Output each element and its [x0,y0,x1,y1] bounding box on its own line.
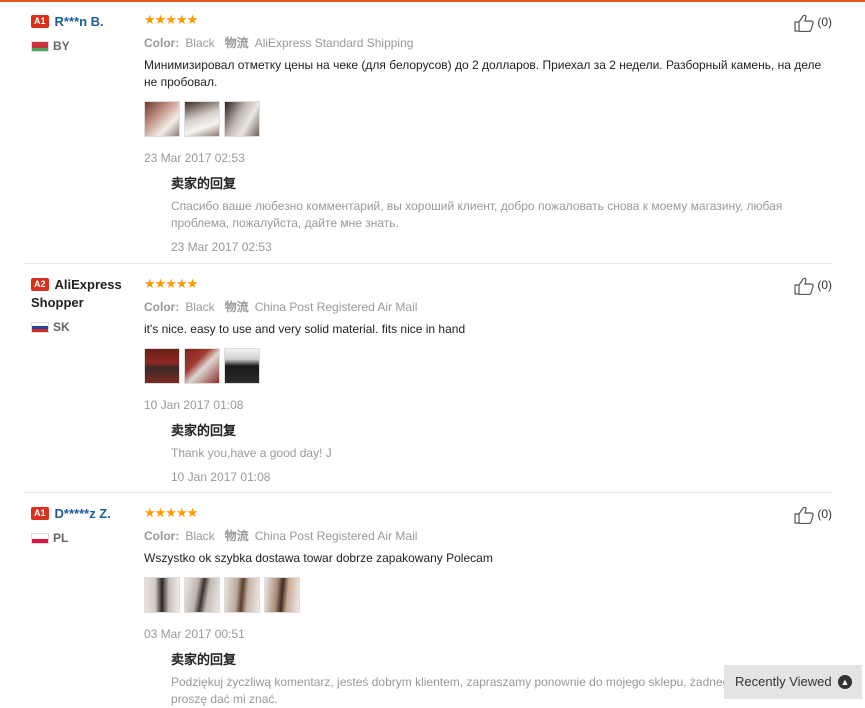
useful-button[interactable]: (0) [794,277,832,296]
review-date: 03 Mar 2017 00:51 [144,627,245,641]
buyer-country: BY [31,39,141,53]
thumbs-up-icon [794,14,814,33]
buyer-name[interactable]: R***n B. [55,14,104,29]
seller-reply-title: 卖家的回复 [171,177,237,192]
order-info: Color: Black 物流 China Post Registered Air M… [144,298,834,315]
seller-reply-text: Спасибо ваше любезно комментарий, вы хор… [171,199,783,230]
thumbs-up-icon [794,506,814,525]
top-border [0,0,865,2]
review-date: 10 Jan 2017 01:08 [144,398,244,412]
country-code: BY [53,39,70,53]
flag-sk-icon [31,322,49,334]
useful-button[interactable]: (0) [794,506,832,525]
buyer-info: A1 D*****z Z. PL [31,505,141,545]
shipping-label: 物流 [224,529,249,543]
buyer-level-badge: A1 [31,15,49,29]
chevron-up-icon: ▲ [838,675,852,689]
review-photos [144,101,834,137]
review-photo[interactable] [144,348,180,384]
review-date: 23 Mar 2017 02:53 [144,151,245,165]
shipping-value: AliExpress Standard Shipping [254,36,414,50]
seller-reply-date: 10 Jan 2017 01:08 [171,470,271,484]
seller-reply: 卖家的回复 Thank you,have a good day! J 10 Ja… [171,420,834,484]
rating-stars: ★★★★★ [144,505,198,520]
useful-count: (0) [817,15,832,30]
flag-pl-icon [31,533,49,545]
buyer-country: PL [31,531,141,545]
review-text: Wszystko ok szybka dostawa towar dobrze … [144,551,493,565]
review-photo[interactable] [224,348,260,384]
rating-stars: ★★★★★ [144,276,198,291]
color-label: Color: [144,36,180,50]
review-photos [144,577,834,613]
color-label: Color: [144,300,180,314]
review-photo[interactable] [264,577,300,613]
review-photo[interactable] [184,101,220,137]
recently-viewed-button[interactable]: Recently Viewed ▲ [724,665,862,699]
rating-stars: ★★★★★ [144,12,198,27]
shipping-value: China Post Registered Air Mail [254,529,418,543]
country-code: SK [53,320,70,334]
buyer-level-badge: A1 [31,507,49,521]
review-photos [144,348,834,384]
review-photo[interactable] [224,101,260,137]
review-photo[interactable] [144,577,180,613]
review-photo[interactable] [144,101,180,137]
order-info: Color: Black 物流 China Post Registered Air M… [144,527,834,544]
buyer-level-badge: A2 [31,278,49,292]
seller-reply-title: 卖家的回复 [171,424,237,439]
review-body: ★★★★★ Color: Black 物流 AliExpress Standard S… [144,12,834,254]
review-photo[interactable] [184,348,220,384]
buyer-country: SK [31,320,141,334]
review-photo[interactable] [184,577,220,613]
seller-reply: 卖家的回复 Спасибо ваше любезно комментарий, … [171,173,834,254]
review-text: it's nice. easy to use and very solid ma… [144,322,466,336]
color-value: Black [185,36,215,50]
seller-reply-date: 23 Mar 2017 02:53 [171,240,272,254]
color-value: Black [185,529,215,543]
color-label: Color: [144,529,180,543]
shipping-value: China Post Registered Air Mail [254,300,418,314]
buyer-name[interactable]: D*****z Z. [55,506,111,521]
shipping-label: 物流 [224,36,249,50]
useful-count: (0) [817,507,832,522]
review-divider [24,492,832,493]
recently-viewed-label: Recently Viewed [735,674,832,689]
order-info: Color: Black 物流 AliExpress Standard Shippin… [144,34,834,51]
review-text: Минимизировал отметку цены на чеке (для … [144,58,822,89]
review-photo[interactable] [224,577,260,613]
thumbs-up-icon [794,277,814,296]
flag-by-icon [31,41,49,53]
country-code: PL [53,531,69,545]
review-body: ★★★★★ Color: Black 物流 China Post Registered… [144,276,834,484]
useful-button[interactable]: (0) [794,14,832,33]
buyer-info: A2 AliExpress Shopper SK [31,276,141,334]
buyer-info: A1 R***n B. BY [31,13,141,53]
color-value: Black [185,300,215,314]
review-divider [24,263,832,264]
seller-reply-text: Thank you,have a good day! J [171,446,332,460]
shipping-label: 物流 [224,300,249,314]
useful-count: (0) [817,278,832,293]
